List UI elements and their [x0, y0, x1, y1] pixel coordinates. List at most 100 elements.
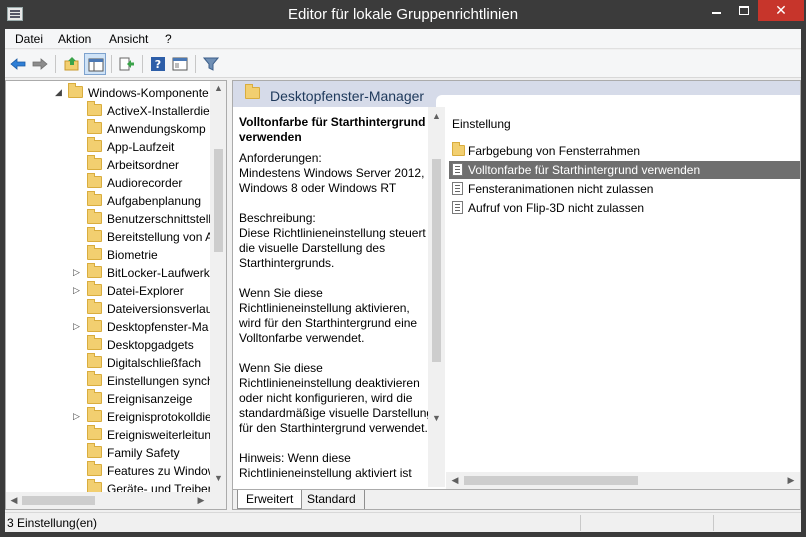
column-header-einstellung[interactable]: Einstellung — [452, 117, 511, 131]
list-item[interactable]: Aufruf von Flip-3D nicht zulassen — [449, 199, 800, 217]
scroll-down-arrow[interactable]: ▼ — [428, 413, 445, 423]
list-item-label: Aufruf von Flip-3D nicht zulassen — [468, 201, 645, 215]
tree-item[interactable]: ▷ Ereignisprotokolldie — [6, 407, 212, 426]
close-button[interactable]: ✕ — [758, 0, 804, 21]
list-item[interactable]: Volltonfarbe für Starthintergrund verwen… — [449, 161, 800, 179]
tree-item[interactable]: Anwendungskomp — [6, 119, 210, 138]
list-horizontal-scrollbar[interactable]: ◀ ▶ — [446, 472, 800, 489]
filter-button[interactable] — [200, 53, 222, 75]
tree-item-label: Desktopfenster-Ma — [107, 320, 209, 334]
expand-arrow-icon[interactable]: ▷ — [73, 321, 80, 332]
status-text: 3 Einstellung(en) — [7, 516, 98, 530]
tree-item[interactable]: Dateiversionsverlau — [6, 299, 212, 318]
tree-item[interactable]: Aufgabenplanung — [6, 191, 210, 210]
export-list-button[interactable] — [116, 53, 138, 75]
help-button[interactable]: ? — [147, 53, 169, 75]
tree-item[interactable]: Bereitstellung von A — [6, 227, 214, 246]
policy-setting-icon — [452, 182, 463, 195]
toolbar-separator — [111, 55, 112, 73]
menu-aktion[interactable]: Aktion — [58, 32, 91, 46]
details-header: Desktopfenster-Manager — [233, 81, 800, 107]
expanded-arrow-icon[interactable]: ◢ — [55, 87, 62, 98]
tab-standard[interactable]: Standard — [299, 490, 365, 509]
folder-icon — [87, 227, 102, 242]
menu-help[interactable]: ? — [165, 32, 172, 46]
tree-item-label: Digitalschließfach — [107, 356, 202, 370]
policy-setting-icon — [452, 163, 463, 176]
scroll-thumb[interactable] — [214, 149, 223, 252]
tree-item[interactable]: ActiveX-Installerdie — [6, 101, 210, 120]
folder-icon — [245, 84, 260, 99]
expand-arrow-icon[interactable]: ▷ — [73, 267, 80, 278]
menu-bar: Datei Aktion Ansicht ? — [5, 29, 801, 49]
tree-item-label: Desktopgadgets — [107, 338, 194, 352]
tree-item-label: BitLocker-Laufwerk — [107, 266, 210, 280]
tree-item[interactable]: ▷ Desktopfenster-Ma — [6, 317, 210, 336]
tree-item[interactable]: ▷ Datei-Explorer — [6, 281, 210, 300]
list-item[interactable]: Fensteranimationen nicht zulassen — [449, 180, 800, 198]
tree-item[interactable]: Einstellungen synch — [6, 371, 214, 390]
settings-list: Einstellung Farbgebung von Fensterrahmen… — [446, 107, 800, 475]
tree-item[interactable]: Digitalschließfach — [6, 353, 210, 372]
svg-text:?: ? — [155, 58, 161, 71]
scroll-left-arrow[interactable]: ◀ — [9, 495, 19, 506]
show-hide-tree-button[interactable] — [84, 53, 106, 75]
forward-button[interactable] — [29, 53, 51, 75]
expand-arrow-icon[interactable]: ▷ — [73, 411, 80, 422]
scroll-thumb[interactable] — [22, 496, 95, 505]
description-title: Volltonfarbe für Starthintergrund verwen… — [239, 115, 426, 144]
tree-horizontal-scrollbar[interactable]: ◀ ▶ — [6, 492, 210, 509]
scroll-down-arrow[interactable]: ▼ — [210, 473, 226, 483]
scroll-thumb[interactable] — [432, 159, 441, 362]
tree-item[interactable]: App-Laufzeit — [6, 137, 210, 156]
tree-item[interactable]: Ereignisanzeige — [6, 389, 210, 408]
description-scrollbar[interactable]: ▲ ▼ — [428, 107, 445, 487]
folder-icon — [87, 209, 102, 224]
folder-icon — [452, 142, 465, 156]
up-one-level-button[interactable] — [61, 53, 83, 75]
description-panel: Volltonfarbe für Starthintergrund verwen… — [233, 107, 445, 487]
menu-ansicht[interactable]: Ansicht — [109, 32, 148, 46]
tree-item[interactable]: Ereignisweiterleitun — [6, 425, 211, 444]
scroll-left-arrow[interactable]: ◀ — [450, 475, 460, 486]
tree-item[interactable]: ▷ BitLocker-Laufwerk — [6, 263, 210, 282]
expand-arrow-icon[interactable]: ▷ — [73, 285, 80, 296]
folder-icon — [87, 119, 102, 134]
scroll-thumb[interactable] — [464, 476, 638, 485]
tree-item[interactable]: Desktopgadgets — [6, 335, 210, 354]
show-hide-tree-icon — [88, 58, 104, 72]
title-bar[interactable]: Editor für lokale Gruppenrichtlinien ✕ — [0, 0, 806, 29]
menu-datei[interactable]: Datei — [15, 32, 43, 46]
back-button[interactable] — [7, 53, 29, 75]
tree-item[interactable]: Audiorecorder — [6, 173, 210, 192]
scroll-up-arrow[interactable]: ▲ — [210, 83, 226, 93]
minimize-button[interactable] — [702, 0, 730, 21]
policy-setting-icon — [452, 201, 463, 214]
tree-item[interactable]: Family Safety — [6, 443, 210, 462]
tree-item[interactable]: ◢ Windows-Komponente — [6, 83, 210, 102]
tree-item[interactable]: Biometrie — [6, 245, 210, 264]
scroll-up-arrow[interactable]: ▲ — [428, 111, 445, 121]
scroll-right-arrow[interactable]: ▶ — [196, 495, 206, 506]
tree-item-label: App-Laufzeit — [107, 140, 175, 154]
list-item[interactable]: Farbgebung von Fensterrahmen — [449, 142, 800, 160]
tab-erweitert[interactable]: Erweitert — [237, 490, 303, 509]
folder-icon — [87, 371, 102, 386]
status-divider — [713, 515, 714, 531]
status-bar: 3 Einstellung(en) — [5, 512, 801, 532]
tree-item-label: Bereitstellung von A — [107, 230, 214, 244]
properties-button[interactable] — [169, 53, 191, 75]
folder-icon — [87, 443, 102, 458]
tree-item[interactable]: Features zu Window — [6, 461, 216, 480]
tree-item-label: Windows-Komponente — [88, 86, 209, 100]
maximize-button[interactable] — [730, 0, 758, 21]
tree-item-label: Biometrie — [107, 248, 158, 262]
tree-vertical-scrollbar[interactable]: ▲ ▼ — [210, 81, 226, 493]
header-tab-shape — [436, 95, 800, 107]
toolbar-separator — [55, 55, 56, 73]
tree-item-label: Audiorecorder — [107, 176, 183, 190]
scroll-right-arrow[interactable]: ▶ — [786, 475, 796, 486]
folder-icon — [87, 353, 102, 368]
tree-item[interactable]: Arbeitsordner — [6, 155, 210, 174]
tree-item[interactable]: Benutzerschnittstell — [6, 209, 211, 228]
